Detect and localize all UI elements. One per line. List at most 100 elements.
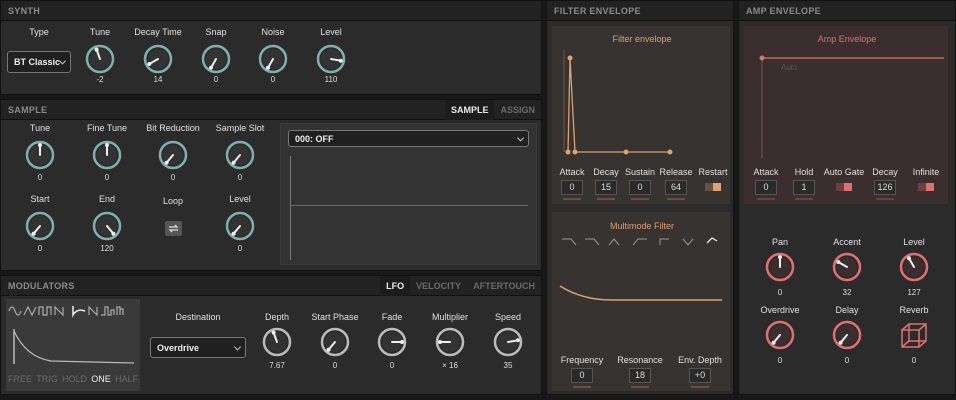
decay-indicator bbox=[597, 198, 615, 200]
bit-reduction-knob[interactable] bbox=[158, 140, 188, 170]
snap-knob[interactable] bbox=[201, 44, 231, 74]
overdrive-knob[interactable] bbox=[765, 320, 795, 350]
tab-assign[interactable]: ASSIGN bbox=[494, 100, 541, 120]
noise-value: 0 bbox=[270, 75, 276, 84]
depth-knob[interactable] bbox=[262, 327, 292, 357]
filter-envelope-nodes bbox=[565, 55, 673, 155]
snap-value: 0 bbox=[213, 75, 219, 84]
triangle-wave-icon bbox=[23, 305, 37, 317]
start-knob[interactable] bbox=[25, 211, 55, 241]
end-knob[interactable] bbox=[92, 211, 122, 241]
decay-value[interactable]: 126 bbox=[874, 180, 896, 195]
end-label: End bbox=[98, 194, 115, 204]
env-depth-value[interactable]: +0 bbox=[689, 368, 711, 383]
frequency-value[interactable]: 0 bbox=[571, 368, 593, 383]
filter-envelope-section: Filter envelope Attack 0 Decay 15 Sustain 0 Re… bbox=[551, 25, 731, 205]
resonance-value[interactable]: 18 bbox=[629, 368, 651, 383]
attack-value[interactable]: 0 bbox=[561, 180, 583, 195]
tab-sample[interactable]: SAMPLE bbox=[444, 100, 495, 120]
lfo-mode-one[interactable]: ONE bbox=[91, 374, 111, 386]
filter-envelope-panel: FILTER ENVELOPE Filter envelope Attack 0 D… bbox=[546, 0, 734, 395]
tab-aftertouch[interactable]: AFTERTOUCH bbox=[467, 276, 541, 296]
level-value: 110 bbox=[324, 75, 338, 84]
pan-knob[interactable] bbox=[765, 252, 795, 282]
lfo-mode-trig[interactable]: TRIG bbox=[36, 374, 58, 386]
destination-dropdown[interactable]: Overdrive bbox=[150, 337, 246, 358]
sample-slot-value: 000: OFF bbox=[295, 133, 334, 144]
auto-gate-toggle[interactable] bbox=[836, 183, 852, 191]
decay-time-value: 14 bbox=[153, 75, 163, 84]
highpass-icon bbox=[632, 238, 647, 246]
level-value: 127 bbox=[907, 288, 921, 297]
lfo-mode-half[interactable]: HALF bbox=[115, 374, 138, 386]
delay-value: 0 bbox=[844, 356, 850, 365]
tune-value: -2 bbox=[96, 75, 104, 84]
destination-label: Destination bbox=[175, 312, 221, 322]
lowpass-icon bbox=[562, 238, 577, 246]
sample-waveform-area: 000: OFF bbox=[280, 123, 537, 265]
restart-toggle[interactable] bbox=[705, 183, 721, 191]
amp-envelope-title: AMP ENVELOPE bbox=[739, 1, 955, 21]
decay-indicator bbox=[876, 198, 894, 200]
decay-time-knob[interactable] bbox=[143, 44, 173, 74]
noise-knob[interactable] bbox=[258, 44, 288, 74]
lfo-mode-free[interactable]: FREE bbox=[8, 374, 32, 386]
reverb-cube-icon[interactable] bbox=[899, 321, 929, 356]
tune-knob[interactable] bbox=[85, 44, 115, 74]
waveform-axis-vertical bbox=[290, 156, 291, 260]
release-value[interactable]: 64 bbox=[665, 180, 687, 195]
tab-velocity[interactable]: VELOCITY bbox=[410, 276, 467, 296]
multimode-filter-section: Multimode Filter Frequency 0 Resonance 18 En… bbox=[551, 211, 731, 392]
env-depth-label: Env. Depth bbox=[678, 355, 722, 365]
accent-knob[interactable] bbox=[832, 252, 862, 282]
filter-type-selector[interactable] bbox=[552, 212, 732, 312]
lfo-mode-hold[interactable]: HOLD bbox=[62, 374, 87, 386]
hold-value[interactable]: 1 bbox=[793, 180, 815, 195]
start-phase-knob[interactable] bbox=[320, 327, 350, 357]
start-phase-value: 0 bbox=[332, 361, 338, 370]
infinite-toggle[interactable] bbox=[918, 183, 934, 191]
sustain-indicator bbox=[631, 198, 649, 200]
speed-label: Speed bbox=[494, 312, 522, 322]
lfo-curve bbox=[13, 330, 135, 364]
level-knob[interactable] bbox=[225, 211, 255, 241]
fade-knob[interactable] bbox=[377, 327, 407, 357]
notch-icon bbox=[682, 238, 694, 246]
type-value: BT Classic bbox=[14, 57, 61, 67]
sustain-value[interactable]: 0 bbox=[629, 180, 651, 195]
waveform-baseline bbox=[290, 205, 528, 206]
start-value: 0 bbox=[37, 244, 43, 253]
release-indicator bbox=[667, 198, 685, 200]
delay-knob[interactable] bbox=[832, 320, 862, 350]
destination-value: Overdrive bbox=[157, 342, 200, 353]
level-label: Level bbox=[903, 237, 925, 247]
tune-knob[interactable] bbox=[25, 140, 55, 170]
accent-value: 32 bbox=[842, 288, 852, 297]
fine-tune-knob[interactable] bbox=[92, 140, 122, 170]
chevron-down-icon bbox=[516, 133, 525, 142]
loop-toggle-icon[interactable] bbox=[165, 221, 182, 236]
chevron-down-icon bbox=[233, 342, 242, 351]
end-value: 120 bbox=[100, 244, 114, 253]
attack-value[interactable]: 0 bbox=[755, 180, 777, 195]
level-value: 0 bbox=[237, 244, 243, 253]
level-knob[interactable] bbox=[899, 252, 929, 282]
reverb-value: 0 bbox=[911, 356, 917, 365]
sample-panel: SAMPLE SAMPLE ASSIGN Loop 000: OFF Tune 0… bbox=[0, 99, 542, 271]
bandpass-icon bbox=[608, 238, 620, 246]
amp-envelope-section: Amp Envelope Auto Attack 0 Hold 1 Auto Gate D… bbox=[743, 25, 949, 205]
type-dropdown[interactable]: BT Classic bbox=[7, 51, 71, 73]
sample-slot-knob[interactable] bbox=[225, 140, 255, 170]
level-knob[interactable] bbox=[316, 44, 346, 74]
filter-envelope-graph[interactable] bbox=[552, 26, 732, 206]
sample-slot-dropdown[interactable]: 000: OFF bbox=[288, 130, 529, 147]
decay-value[interactable]: 15 bbox=[595, 180, 617, 195]
sample-slot-label: Sample Slot bbox=[215, 123, 265, 133]
multiplier-knob[interactable] bbox=[435, 327, 465, 357]
tab-lfo[interactable]: LFO bbox=[380, 276, 411, 296]
amp-envelope-graph[interactable] bbox=[744, 26, 950, 206]
filter-response-curve bbox=[559, 285, 722, 301]
speed-knob[interactable] bbox=[493, 327, 523, 357]
tune-value: 0 bbox=[37, 173, 43, 182]
attack-indicator bbox=[757, 198, 775, 200]
